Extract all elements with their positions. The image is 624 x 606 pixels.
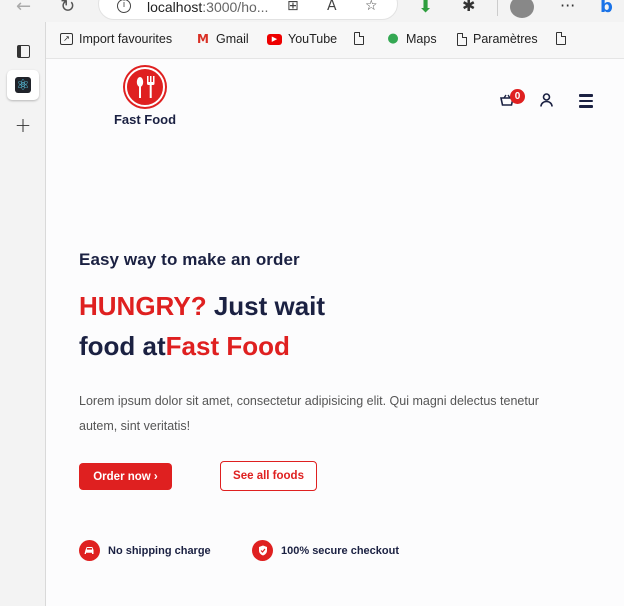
bookmark-parametres[interactable]: Paramètres [457,32,538,46]
address-bar[interactable]: i localhost:3000/ho... ⊞ A ☆ [98,0,398,20]
bookmark-page-2[interactable] [556,32,566,45]
brand-name: Fast Food [113,112,177,127]
favorite-star-icon[interactable]: ☆ [365,0,378,14]
feature-label: 100% secure checkout [281,544,400,557]
browser-toolbar: ← ↻ i localhost:3000/ho... ⊞ A ☆ ⬇ ✱ ···… [0,0,624,22]
bookmarks-bar: ↗ Import favourites M Gmail ▶ YouTube ● … [46,22,624,59]
gmail-icon: M [197,32,209,46]
headline-fast-food: Fast Food [165,331,290,361]
more-icon[interactable]: ··· [560,0,575,15]
url-host: localhost [147,0,203,15]
headline-food-at: food at [79,331,166,361]
tab-actions-icon [16,44,30,58]
logo-icon [125,67,165,107]
document-icon [556,32,566,45]
logo[interactable]: Fast Food [110,67,180,127]
new-tab-button[interactable]: + [7,110,39,140]
vertical-tabs-sidebar: ⚛ + [0,22,46,606]
download-icon[interactable]: ⬇ [418,0,433,17]
bookmark-label: YouTube [288,32,338,46]
bookmark-youtube[interactable]: ▶ YouTube [267,32,337,46]
toolbar-divider [497,0,498,16]
document-icon [457,32,467,46]
info-icon[interactable]: i [117,0,131,13]
extensions-icon[interactable]: ✱ [462,0,475,15]
bookmark-label: Import favourites [79,32,173,46]
headline-line-2: food atFast Food [79,326,325,366]
order-now-button[interactable]: Order now › [79,463,172,490]
react-icon: ⚛ [15,76,31,94]
youtube-icon: ▶ [267,33,282,45]
user-icon[interactable] [540,93,553,107]
tab-actions-button[interactable] [7,36,39,66]
plus-icon: + [14,113,32,137]
maps-icon: ● [387,31,399,46]
page-content: Fast Food 0 Easy way to make an order HU… [46,59,624,606]
bookmark-page[interactable] [354,32,370,45]
shield-icon [252,540,273,561]
headline-hungry: HUNGRY? [79,291,207,321]
see-all-foods-button[interactable]: See all foods [220,461,317,491]
url-rest: :3000/ho... [202,0,269,15]
bookmark-maps[interactable]: ● Maps [386,31,437,47]
hero-headline: HUNGRY? Just wait food atFast Food [79,286,325,366]
bookmark-label: Maps [406,32,437,46]
import-icon: ↗ [60,33,73,45]
feature-no-shipping: No shipping charge [79,540,211,561]
refresh-icon[interactable]: ↻ [60,0,75,17]
profile-avatar[interactable] [510,0,534,18]
bookmark-gmail[interactable]: M Gmail [196,32,249,46]
hamburger-menu-icon[interactable] [579,94,593,111]
copilot-icon[interactable]: b [600,0,613,17]
bookmark-label: Paramètres [473,32,538,46]
tab-react-app[interactable]: ⚛ [7,70,39,100]
apps-icon[interactable]: ⊞ [287,0,299,14]
car-icon [79,540,100,561]
cart-count-badge: 0 [510,89,525,104]
feature-label: No shipping charge [108,544,211,557]
headline-line-1: HUNGRY? Just wait [79,286,325,326]
document-icon [354,32,364,45]
address-url[interactable]: localhost:3000/ho... [147,0,268,15]
hero-description: Lorem ipsum dolor sit amet, consectetur … [79,394,539,433]
back-icon[interactable]: ← [16,0,31,17]
feature-secure-checkout: 100% secure checkout [252,540,399,561]
bookmark-label: Gmail [216,32,249,46]
read-aloud-icon[interactable]: A [327,0,337,14]
bookmark-import-favourites[interactable]: ↗ Import favourites [60,32,172,46]
headline-just-wait: Just wait [206,291,326,321]
hero-subtitle: Easy way to make an order [79,250,300,269]
